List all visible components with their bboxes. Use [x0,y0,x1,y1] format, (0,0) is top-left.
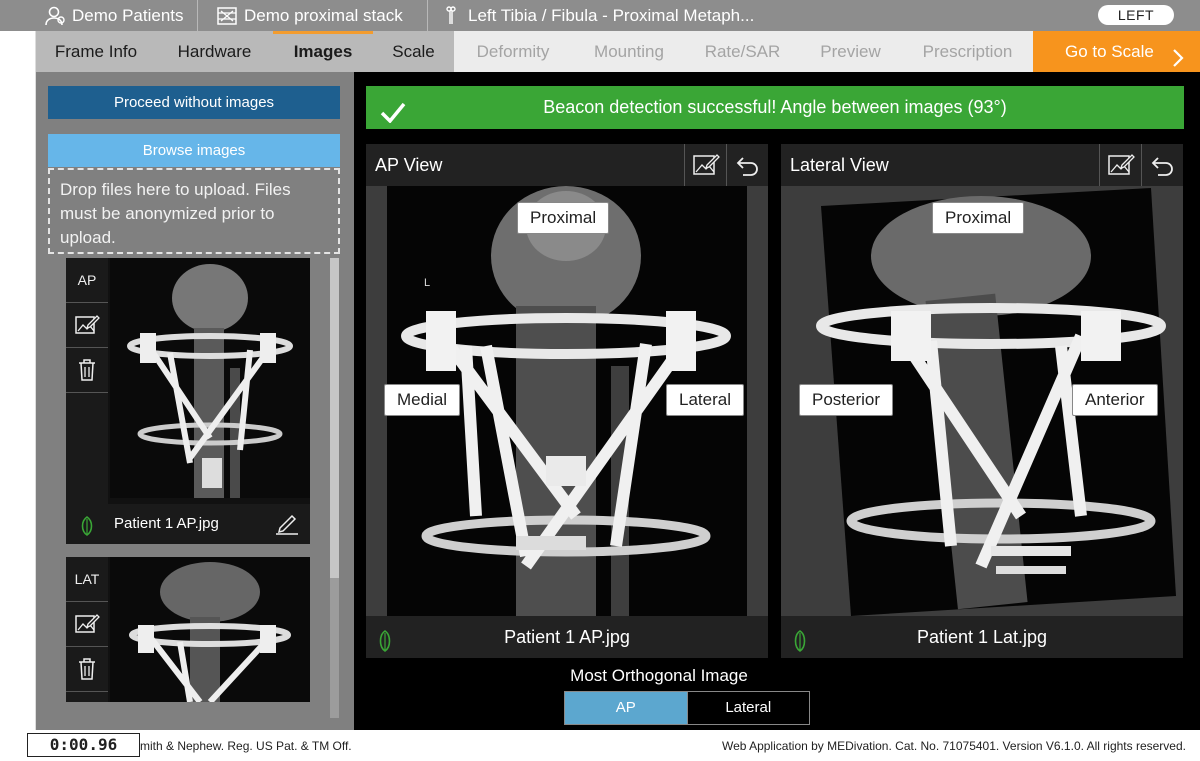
tab-prescription[interactable]: Prescription [902,31,1033,72]
side-indicator: LEFT [1098,5,1174,25]
view-tag: AP [66,258,108,303]
undo-icon[interactable] [1141,144,1183,186]
checkmark-icon [380,96,406,139]
ap-view-footer: Patient 1 AP.jpg [366,616,768,658]
leaf-icon [78,513,96,553]
thumbnail-card-ap[interactable]: AP Patient 1 AP.jpg [66,258,310,544]
edit-image-icon[interactable] [66,303,108,348]
breadcrumb-stack[interactable]: Demo proximal stack [198,0,428,31]
breadcrumb-patients[interactable]: Demo Patients [0,0,198,31]
lateral-view-filename: Patient 1 Lat.jpg [916,627,1048,647]
scrollbar-thumb[interactable] [330,258,339,578]
breadcrumb-segment[interactable]: Left Tibia / Fibula - Proximal Metaph... [428,0,770,31]
beacon-success-banner: Beacon detection successful! Angle betwe… [366,86,1184,129]
ap-thumbnail-filename: Patient 1 AP.jpg [114,515,219,532]
ap-xray-image[interactable]: L Proximal Medial Lateral [366,186,768,616]
orthogonal-option-lateral[interactable]: Lateral [686,692,809,724]
go-to-scale-button[interactable]: Go to Scale [1033,31,1200,72]
copyright-left: mith & Nephew. Reg. US Pat. & TM Off. [140,739,352,753]
edit-image-icon[interactable] [684,144,726,186]
tab-images[interactable]: Images [273,31,373,72]
ap-thumbnail-footer: Patient 1 AP.jpg [66,504,310,544]
footer: mith & Nephew. Reg. US Pat. & TM Off. 0:… [0,730,1200,761]
go-to-scale-label: Go to Scale [1065,42,1154,61]
tab-hardware[interactable]: Hardware [156,31,273,72]
copyright-right: Web Application by MEDivation. Cat. No. … [721,739,1186,753]
lateral-view-footer: Patient 1 Lat.jpg [781,616,1183,658]
browse-images-button[interactable]: Browse images [48,134,340,167]
orthogonal-option-ap[interactable]: AP [565,692,687,724]
ap-view-filename: Patient 1 AP.jpg [504,627,630,647]
patients-icon [44,5,66,32]
stack-label: Demo proximal stack [244,5,403,25]
ap-view-title: AP View [375,155,443,175]
thumbnail-tools: AP [66,258,108,504]
trash-icon[interactable] [66,647,108,692]
top-bar: Demo Patients Demo proximal stack Left T… [0,0,1200,31]
image-workspace: Beacon detection successful! Angle betwe… [354,72,1200,730]
banner-text: Beacon detection successful! Angle betwe… [543,97,1007,117]
edit-image-icon[interactable] [1099,144,1141,186]
svg-text:L: L [424,277,430,289]
bone-icon [440,5,462,32]
edit-image-icon[interactable] [66,602,108,647]
leaf-icon [791,626,809,668]
view-tag: LAT [66,557,108,602]
ap-thumbnail-image[interactable] [110,258,310,498]
tab-rate-sar[interactable]: Rate/SAR [686,31,799,72]
thumbnail-tools: LAT [66,557,108,702]
ap-lateral-label[interactable]: Lateral [666,384,744,416]
ap-proximal-label[interactable]: Proximal [517,202,610,234]
trash-icon[interactable] [66,348,108,393]
orthogonal-selector: AP Lateral [564,691,810,725]
undo-icon[interactable] [726,144,768,186]
session-timer: 0:00.96 [27,733,140,757]
tab-deformity[interactable]: Deformity [454,31,572,72]
upload-dropzone[interactable]: Drop files here to upload. Files must be… [48,168,340,254]
proceed-without-images-button[interactable]: Proceed without images [48,86,340,119]
frame-stack-icon [216,5,238,32]
lat-thumbnail-image[interactable] [110,557,310,702]
ap-view-panel: AP View L Proximal Medial Lateral Patien… [366,144,768,658]
lateral-proximal-label[interactable]: Proximal [932,202,1025,234]
segment-label: Left Tibia / Fibula - Proximal Metaph... [468,5,755,25]
lateral-view-title: Lateral View [790,155,889,175]
lateral-anterior-label[interactable]: Anterior [1072,384,1158,416]
workflow-tabs: Frame Info Hardware Images Scale Deformi… [36,31,1200,72]
ap-medial-label[interactable]: Medial [384,384,461,416]
thumbnail-card-lat[interactable]: LAT [66,557,310,702]
left-margin [0,31,36,731]
lateral-posterior-label[interactable]: Posterior [799,384,894,416]
orthogonal-title: Most Orthogonal Image [570,666,748,685]
tab-frame-info[interactable]: Frame Info [36,31,156,72]
thumbnail-scrollbar[interactable] [330,258,339,718]
tab-preview[interactable]: Preview [799,31,902,72]
tab-mounting[interactable]: Mounting [572,31,686,72]
lateral-view-panel: Lateral View Proximal Posterior Anterior… [781,144,1183,658]
lateral-xray-image[interactable]: Proximal Posterior Anterior [781,186,1183,616]
tab-scale[interactable]: Scale [373,31,454,72]
rename-pencil-icon[interactable] [274,512,300,552]
leaf-icon [376,626,394,668]
patients-label: Demo Patients [72,5,184,25]
image-sidebar: Proceed without images Browse images Dro… [36,72,354,730]
